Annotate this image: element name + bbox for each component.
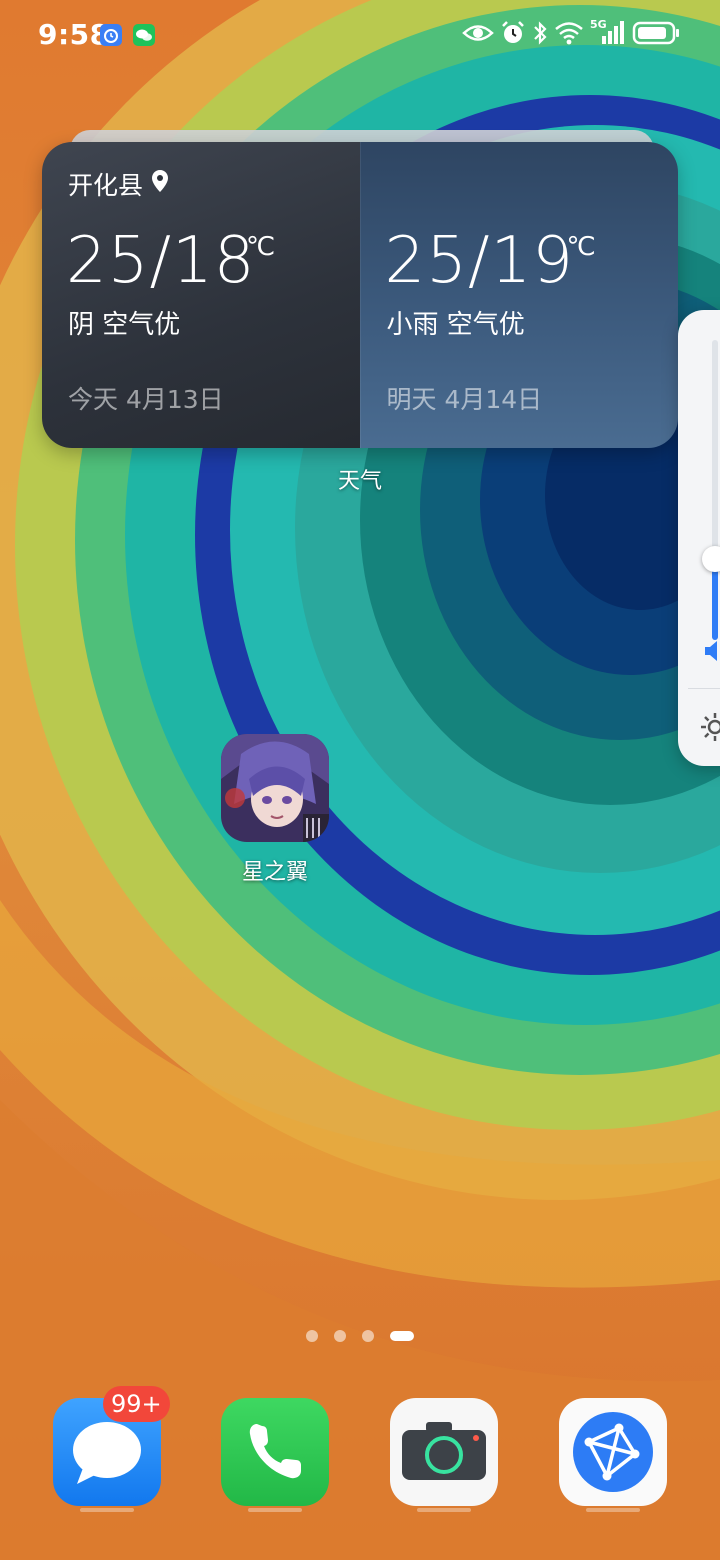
alarm-icon [500,20,526,46]
dock-browser[interactable] [559,1398,667,1506]
today-temperature: 25/18 [66,224,256,298]
volume-slider-handle[interactable] [702,546,720,572]
page-indicator[interactable] [0,1330,720,1342]
dock-underline [80,1508,134,1512]
gear-icon[interactable] [698,710,720,748]
weather-widget[interactable]: 开化县 25/18 ℃ 阴 空气优 今天 4月13日 25/19 ℃ 小雨 空气… [42,142,678,448]
xingzhiyi-game-icon [221,734,329,842]
page-dot[interactable] [334,1330,346,1342]
camera-icon [390,1398,498,1506]
weather-location: 开化县 [68,166,169,202]
wifi-icon [554,21,584,45]
tomorrow-condition: 小雨 空气优 [386,310,525,340]
page-dot-active[interactable] [390,1331,414,1341]
today-date: 今天 4月13日 [68,385,224,414]
volume-panel[interactable] [678,310,720,766]
status-time: 9:58 [38,18,110,51]
bluetooth-icon [532,20,548,46]
dock-underline [417,1508,471,1512]
eye-icon [462,22,494,44]
messages-unread-badge: 99+ [103,1386,170,1422]
battery-icon [632,20,680,46]
volume-slider[interactable] [712,340,718,640]
wechat-icon [133,24,155,46]
dock-underline [586,1508,640,1512]
dock-messages[interactable]: 99+ [53,1386,170,1506]
today-temp-unit: ℃ [246,232,276,262]
location-pin-icon [151,169,169,199]
clock-app-icon [100,24,122,46]
app-label: 星之翼 [241,860,308,885]
page-dot[interactable] [362,1330,374,1342]
weather-today-panel[interactable]: 开化县 25/18 ℃ 阴 空气优 今天 4月13日 [42,142,360,448]
location-name: 开化县 [68,171,144,200]
tomorrow-temp-unit: ℃ [566,232,596,262]
page-dot[interactable] [306,1330,318,1342]
weather-widget-label: 天气 [337,469,382,494]
signal-5g-icon: 5G [590,18,626,46]
dock-underline [248,1508,302,1512]
today-condition: 阴 空气优 [68,310,181,340]
speaker-icon[interactable] [702,638,720,668]
dock-phone[interactable] [221,1398,329,1506]
tomorrow-date: 明天 4月14日 [386,385,543,414]
app-xingzhiyi[interactable]: 星之翼 [210,734,340,886]
weather-tomorrow-panel[interactable]: 25/19 ℃ 小雨 空气优 明天 4月14日 [359,142,678,448]
dock-camera[interactable] [390,1398,498,1506]
status-bar: 9:58 5G [0,0,720,72]
volume-divider [688,688,720,689]
browser-icon [559,1398,667,1506]
tomorrow-temperature: 25/19 [384,224,574,298]
phone-icon [221,1398,329,1506]
